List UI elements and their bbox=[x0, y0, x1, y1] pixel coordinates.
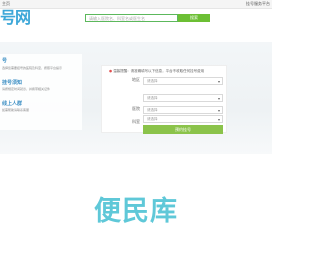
notice-dot-icon: ● bbox=[109, 69, 113, 73]
info-section-text: 请按规定时间就诊，并携带相关证件 bbox=[2, 87, 51, 91]
chevron-down-icon: ▾ bbox=[217, 79, 220, 84]
search-input[interactable]: 请输入医院名、科室名或医生名 bbox=[85, 14, 178, 22]
chevron-down-icon: ▾ bbox=[217, 96, 220, 101]
hospital-label: 医院 bbox=[132, 106, 140, 111]
info-section-title: 挂号须知 bbox=[2, 80, 23, 86]
top-bar: 主页 挂号服务平台 bbox=[0, 0, 272, 9]
site-logo[interactable]: 号网 bbox=[0, 9, 31, 27]
top-bar-home-link[interactable]: 主页 bbox=[2, 0, 10, 8]
subregion-select[interactable]: 请选择 ▾ bbox=[143, 94, 223, 102]
region-label: 地区 bbox=[132, 77, 140, 82]
info-section-text: 选择您需要挂号的医院及科室，按照平台提示 bbox=[2, 66, 63, 70]
info-section-title: 号 bbox=[2, 58, 8, 64]
notice-text: 温馨提醒：请准确填写以下信息，平台不收取任何挂号费用 bbox=[113, 69, 205, 73]
chevron-down-icon: ▾ bbox=[217, 117, 220, 122]
book-appointment-button[interactable]: 预约挂号 bbox=[143, 125, 223, 134]
chevron-down-icon: ▾ bbox=[217, 108, 220, 113]
department-label: 科室 bbox=[132, 119, 140, 124]
subregion-select-value: 请选择 bbox=[147, 96, 158, 100]
info-section-text: 如需帮助请联系客服 bbox=[2, 108, 30, 112]
search-placeholder: 请输入医院名、科室名或医生名 bbox=[89, 16, 145, 21]
hospital-select[interactable]: 请选择 ▾ bbox=[143, 106, 223, 114]
info-section-title: 线上人群 bbox=[2, 101, 23, 107]
brand-watermark: 便民库 bbox=[94, 196, 178, 227]
department-select-value: 请选择 bbox=[147, 117, 158, 121]
top-bar-right-link[interactable]: 挂号服务平台 bbox=[246, 0, 270, 8]
search-button[interactable]: 搜索 bbox=[178, 14, 210, 22]
hospital-select-value: 请选择 bbox=[147, 108, 158, 112]
form-notice: ● 温馨提醒：请准确填写以下信息，平台不收取任何挂号费用 bbox=[109, 68, 225, 74]
region-select[interactable]: 请选择 ▾ bbox=[143, 77, 223, 85]
region-select-value: 请选择 bbox=[147, 79, 158, 83]
department-select[interactable]: 请选择 ▾ bbox=[143, 115, 223, 123]
info-panel: 号 选择您需要挂号的医院及科室，按照平台提示 挂号须知 请按规定时间就诊，并携带… bbox=[0, 54, 82, 130]
